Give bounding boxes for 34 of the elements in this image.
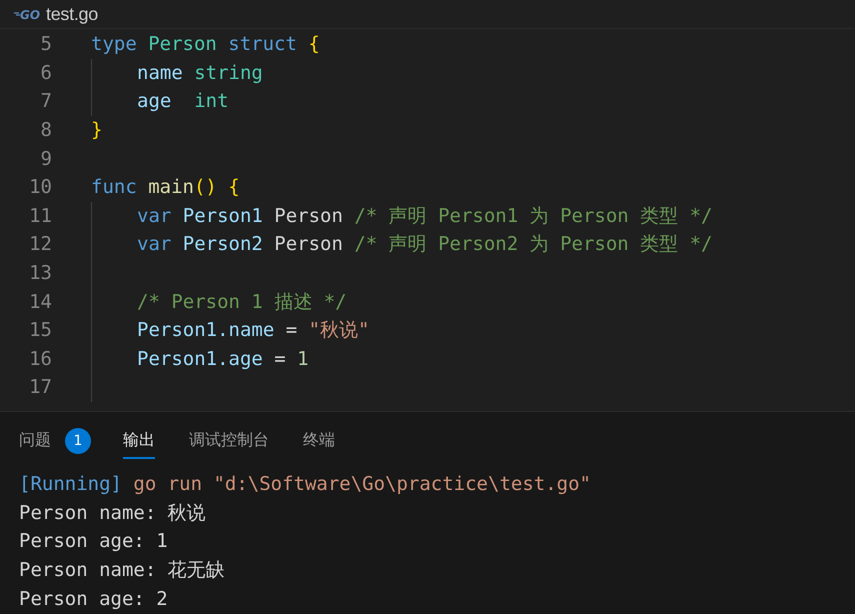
line-number: 5 [40, 33, 52, 56]
code-line: name string [137, 62, 263, 84]
line-number: 7 [40, 90, 52, 112]
code-line: Person1.name = "秋说" [137, 318, 370, 344]
line-number: 15 [28, 319, 52, 342]
output-line: [Running] go run "d:\Software\Go\practice\test.go" [19, 472, 591, 498]
code-line: age int [137, 90, 229, 112]
line-number: 8 [40, 119, 52, 142]
panel-tab[interactable]: 输出 [123, 424, 155, 458]
line-number: 6 [40, 62, 52, 84]
file-name[interactable]: test.go [46, 4, 98, 24]
code-line: type Person struct { [91, 33, 320, 56]
count-badge: 1 [65, 428, 91, 454]
line-number: 13 [28, 262, 52, 284]
code-line: } [91, 119, 102, 142]
output-line: Person age: 1 [19, 529, 168, 554]
code-line: var Person2 Person /* 声明 Person2 为 Person 类型 */ [137, 232, 712, 258]
panel-tab[interactable]: 问题 [19, 424, 51, 458]
output-line: Person name: 秋说 [19, 500, 206, 526]
line-number: 17 [28, 376, 52, 398]
line-number: 10 [28, 176, 52, 198]
code-line: var Person1 Person /* 声明 Person1 为 Person 类型 */ [137, 204, 712, 229]
output-line: Person age: 2 [19, 586, 168, 612]
code-line: func main() { [91, 176, 240, 198]
line-number: 9 [40, 148, 52, 170]
line-number: 11 [28, 204, 52, 227]
panel-tab[interactable]: 终端 [303, 424, 335, 458]
output-line: Person name: 花无缺 [19, 558, 225, 584]
line-number: 16 [28, 348, 52, 370]
code-line: /* Person 1 描述 */ [137, 290, 347, 315]
panel-tab[interactable]: 调试控制台 [189, 424, 269, 458]
code-line: Person1.age = 1 [137, 348, 309, 370]
line-number: 12 [28, 233, 52, 256]
line-number: 14 [28, 290, 52, 313]
